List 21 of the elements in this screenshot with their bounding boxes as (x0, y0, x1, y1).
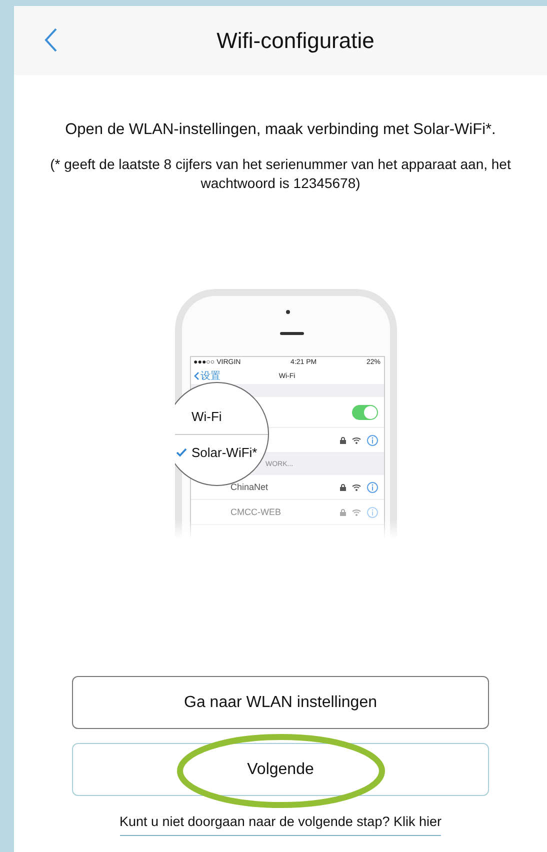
wifi-icon (352, 484, 360, 490)
lock-icon (340, 436, 346, 444)
instruction-text: Open de WLAN-instellingen, maak verbinding met Solar-WiFi*. (64, 121, 497, 139)
network-name: Solar-WiFi* (192, 444, 258, 460)
next-button[interactable]: Volgende (72, 743, 489, 796)
note-text: (* geeft de laatste 8 cijfers van het serienummer van het apparaat aan, het wachtwoord is 12345678) (49, 155, 512, 193)
wifi-label: Wi-Fi (190, 408, 223, 424)
wifi-icon (352, 508, 360, 516)
info-icon (366, 482, 378, 492)
help-link[interactable]: Kunt u niet doorgaan naar de volgende stap? Klik hier (120, 814, 442, 836)
lock-icon (340, 484, 346, 490)
lock-icon (340, 508, 346, 516)
settings-button[interactable]: Ga naar WLAN instellingen (72, 676, 489, 729)
back-chevron-icon (194, 372, 198, 380)
info-icon (366, 434, 378, 446)
network-name: ChinaNet (230, 482, 268, 492)
info-icon (366, 506, 378, 518)
screen-title: Wifi-configuratie (216, 28, 374, 54)
network-name: CMCC-WEB (230, 507, 281, 517)
wifi-icon (352, 436, 360, 444)
back-icon[interactable] (44, 27, 58, 53)
